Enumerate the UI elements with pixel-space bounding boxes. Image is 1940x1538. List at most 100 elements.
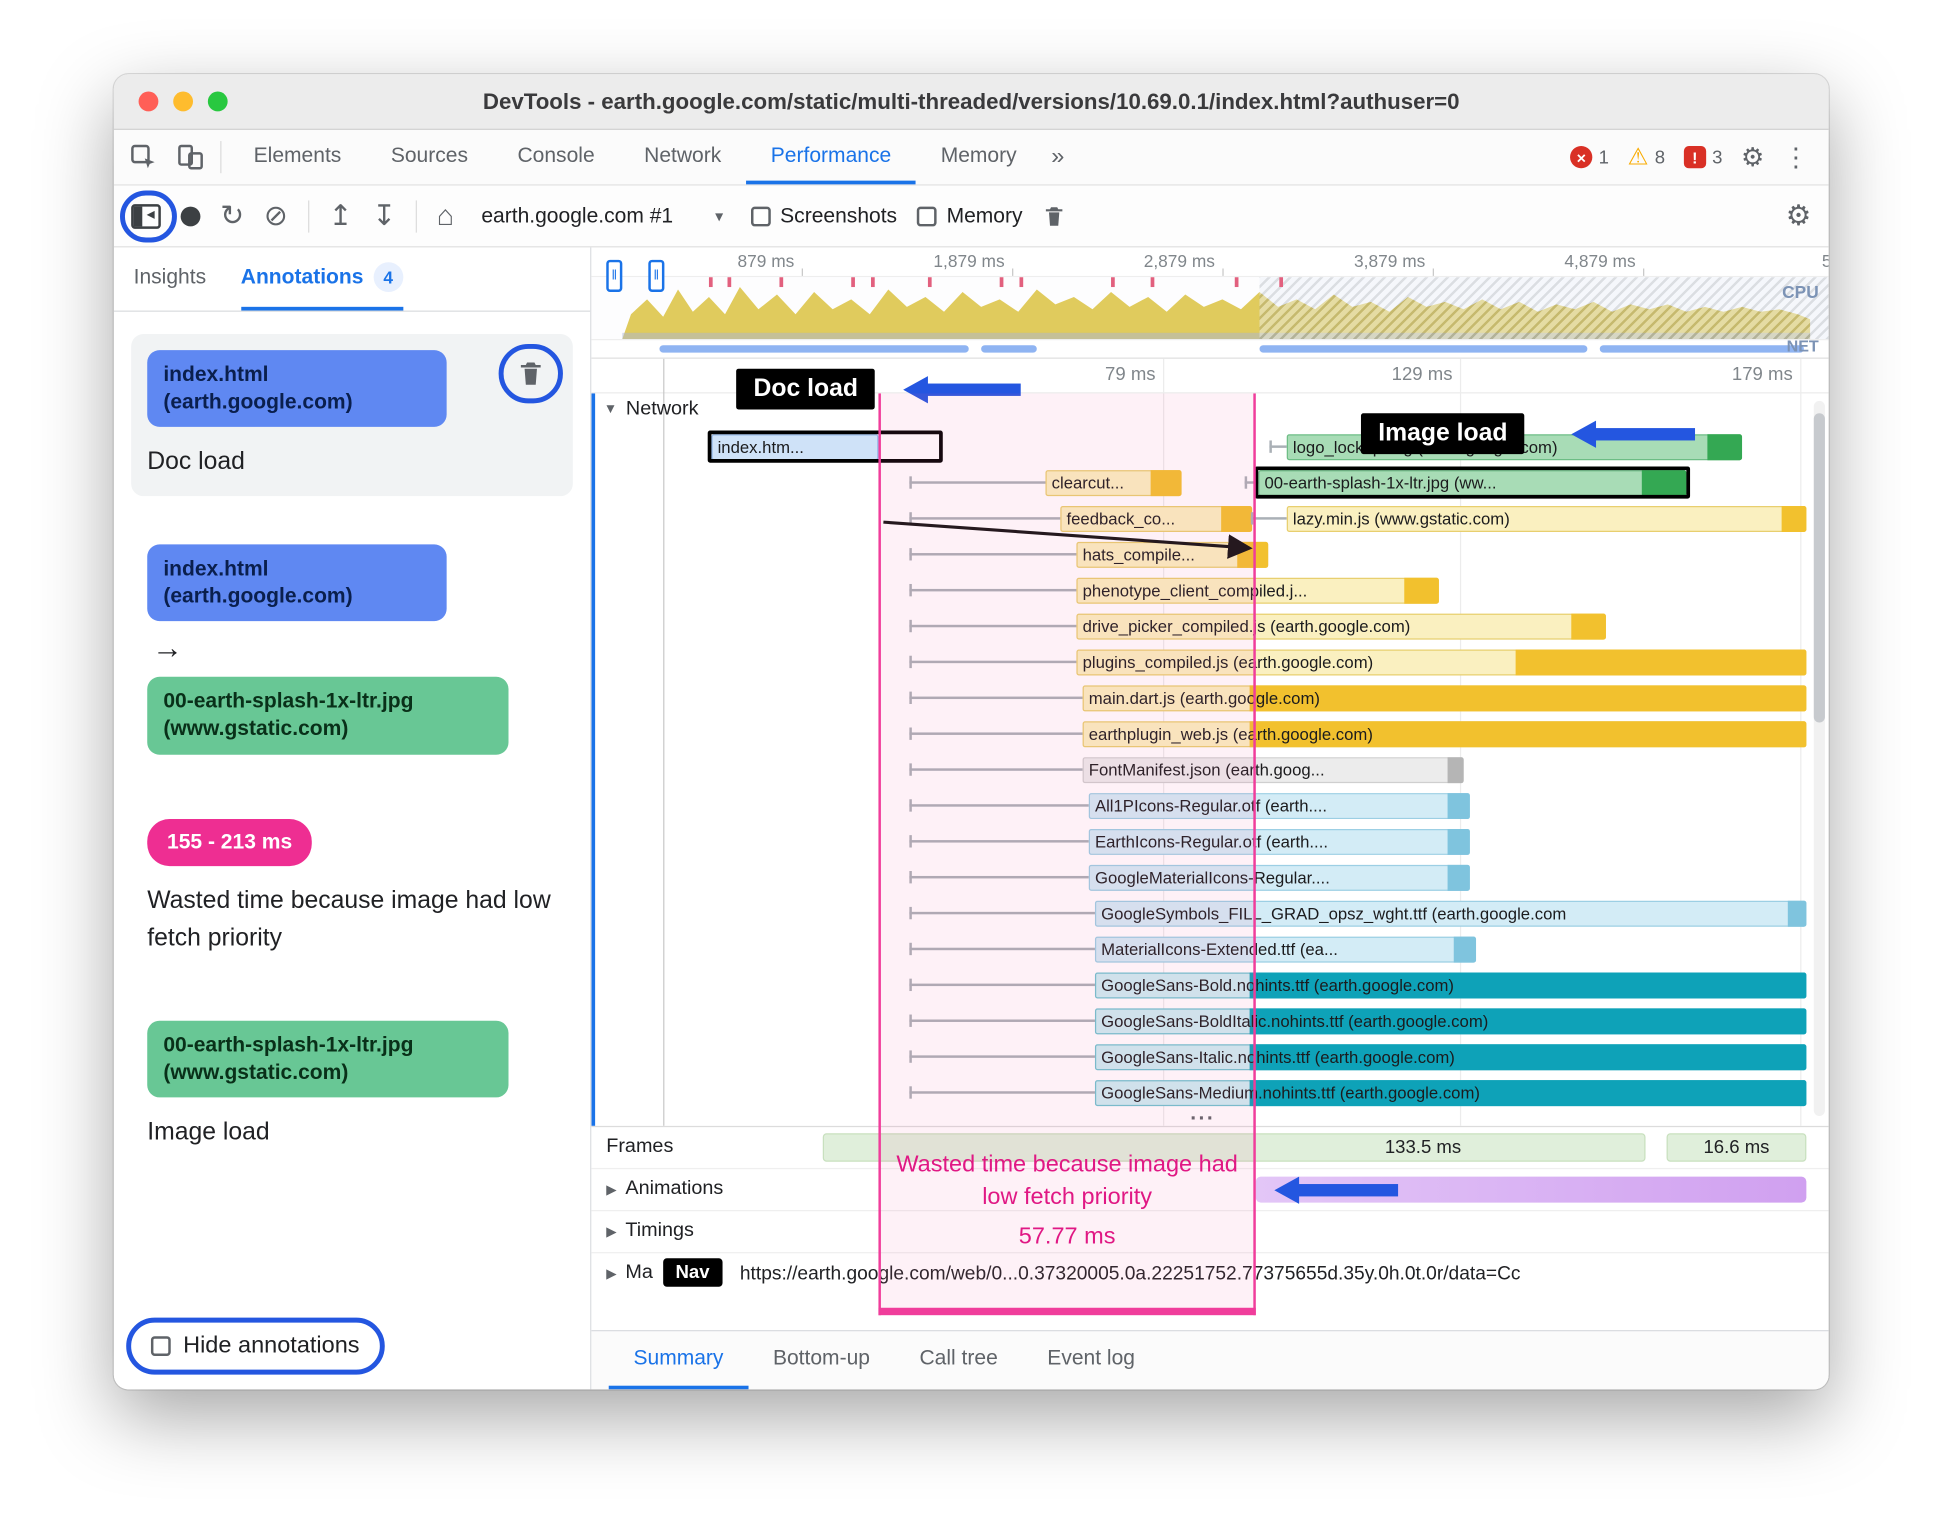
tab-console[interactable]: Console: [493, 130, 620, 184]
request-whisker: [909, 983, 1095, 987]
animations-label: Animations: [625, 1177, 724, 1199]
minimap-cpu-chart[interactable]: [591, 277, 1829, 340]
home-icon[interactable]: ⌂: [437, 201, 454, 230]
hide-annotations-toggle[interactable]: Hide annotations: [126, 1317, 385, 1375]
timeline-minimap[interactable]: 879 ms1,879 ms2,879 ms3,879 ms4,879 ms5,…: [591, 247, 1829, 359]
request-whisker: [909, 1055, 1095, 1058]
request-whisker: [909, 553, 1077, 556]
tab-elements[interactable]: Elements: [229, 130, 366, 184]
clear-recording-icon[interactable]: ⊘: [264, 201, 288, 230]
network-request-bar[interactable]: drive_picker_compiled.js (earth.google.c…: [1076, 613, 1606, 640]
detail-tab-summary[interactable]: Summary: [608, 1331, 749, 1390]
profile-select[interactable]: earth.google.com #1 ▾: [474, 204, 731, 229]
hide-annotations-checkbox[interactable]: [150, 1336, 171, 1357]
minimap-right-handle[interactable]: ‖: [648, 259, 665, 292]
reload-and-record-icon[interactable]: ↻: [220, 201, 244, 230]
more-requests-indicator[interactable]: ...: [1190, 1101, 1215, 1126]
frame-duration-chip[interactable]: 133.5 ms: [822, 1133, 1646, 1162]
frames-track[interactable]: Frames 133.5 ms 16.6 ms: [591, 1127, 1829, 1170]
zoom-button[interactable]: [207, 91, 228, 112]
tab-memory[interactable]: Memory: [916, 130, 1041, 184]
memory-checkbox[interactable]: [916, 206, 937, 226]
tab-sources[interactable]: Sources: [366, 130, 493, 184]
minimize-button[interactable]: [173, 91, 194, 112]
collect-garbage-icon[interactable]: [1042, 204, 1067, 229]
network-request-bar[interactable]: All1PIcons-Regular.otf (earth....: [1088, 793, 1470, 820]
timings-track[interactable]: ▶ Timings: [591, 1211, 1829, 1254]
network-request-bar[interactable]: main.dart.js (earth.google.com): [1082, 685, 1807, 712]
delete-annotation-button[interactable]: [516, 359, 546, 389]
divider: [307, 199, 309, 232]
frame-duration-chip[interactable]: 16.6 ms: [1666, 1133, 1807, 1162]
disclosure-triangle-icon[interactable]: ▶: [606, 1265, 616, 1281]
disclosure-triangle-icon[interactable]: ▶: [606, 1223, 616, 1239]
warning-badge[interactable]: ⚠ 8: [1628, 145, 1666, 169]
network-request-bar[interactable]: index.htm...: [707, 430, 943, 463]
network-request-bar[interactable]: FontManifest.json (earth.goog...: [1082, 757, 1464, 784]
network-request-bar[interactable]: GoogleSans-BoldItalic.nohints.ttf (earth…: [1094, 1008, 1807, 1035]
animations-track[interactable]: ▶ Animations: [591, 1169, 1829, 1212]
network-scrollbar-thumb[interactable]: [1813, 413, 1825, 723]
network-request-bar[interactable]: earthplugin_web.js (earth.google.com): [1082, 721, 1807, 748]
network-request-bar[interactable]: GoogleSans-Bold.nohints.ttf (earth.googl…: [1094, 972, 1807, 999]
network-request-bar[interactable]: plugins_compiled.js (earth.google.com): [1076, 649, 1807, 676]
annotation-pill[interactable]: index.html (earth.google.com): [147, 350, 447, 428]
annotation-pill[interactable]: 00-earth-splash-1x-ltr.jpg (www.gstatic.…: [147, 677, 509, 755]
close-button[interactable]: [138, 91, 159, 112]
network-request-bar[interactable]: EarthIcons-Regular.otf (earth....: [1088, 828, 1470, 855]
network-request-bar[interactable]: 00-earth-splash-1x-ltr.jpg (ww...: [1254, 466, 1691, 499]
network-request-bar[interactable]: GoogleSans-Italic.nohints.ttf (earth.goo…: [1094, 1044, 1807, 1071]
annotation-pill[interactable]: index.html (earth.google.com): [147, 544, 447, 622]
annotation-pill[interactable]: 00-earth-splash-1x-ltr.jpg (www.gstatic.…: [147, 1020, 509, 1098]
screenshots-checkbox[interactable]: [750, 206, 771, 226]
collapse-triangle-icon[interactable]: ▼: [604, 402, 617, 417]
tab-insights[interactable]: Insights: [134, 247, 206, 310]
more-tabs-icon[interactable]: »: [1041, 130, 1074, 184]
network-request-bar[interactable]: hats_compile...: [1076, 541, 1269, 568]
toggle-sidebar-icon[interactable]: [131, 203, 161, 229]
gear-icon[interactable]: ⚙: [1741, 144, 1764, 170]
memory-checkbox-row[interactable]: Memory: [916, 204, 1023, 229]
detail-tab-bottom-up[interactable]: Bottom-up: [748, 1331, 895, 1389]
network-request-bar[interactable]: phenotype_client_compiled.j...: [1076, 577, 1439, 604]
issues-icon: !: [1683, 145, 1706, 169]
minimap-time-label: 3,879 ms: [1354, 251, 1426, 271]
device-toolbar-icon[interactable]: [176, 142, 206, 172]
disclosure-triangle-icon[interactable]: ▶: [606, 1181, 616, 1197]
network-request-bar[interactable]: feedback_co...: [1060, 506, 1253, 533]
detail-tab-event-log[interactable]: Event log: [1023, 1331, 1160, 1389]
request-whisker: [909, 588, 1077, 592]
detail-tab-call-tree[interactable]: Call tree: [895, 1331, 1023, 1389]
network-waterfall: index.htm...logo_lockup.svg (earth.googl…: [591, 430, 1828, 1126]
annotation-pill[interactable]: 155 - 213 ms: [147, 818, 312, 866]
inspect-element-icon[interactable]: [129, 142, 159, 172]
insights-tab-label: Insights: [133, 264, 207, 289]
network-track-header[interactable]: ▼ Network: [604, 398, 699, 420]
screenshots-checkbox-row[interactable]: Screenshots: [750, 204, 897, 229]
issues-badge[interactable]: ! 3: [1683, 145, 1722, 169]
network-request-bar[interactable]: lazy.min.js (www.gstatic.com): [1286, 506, 1807, 533]
error-badge[interactable]: × 1: [1570, 145, 1609, 169]
network-activity-segment: [659, 345, 969, 353]
annotation-card[interactable]: index.html (earth.google.com) Doc load: [131, 334, 573, 497]
download-profile-icon[interactable]: ↧: [372, 201, 396, 230]
annotation-card[interactable]: 00-earth-splash-1x-ltr.jpg (www.gstatic.…: [131, 1004, 573, 1166]
upload-profile-icon[interactable]: ↥: [329, 201, 353, 230]
kebab-menu-icon[interactable]: ⋮: [1783, 144, 1809, 170]
annotation-card[interactable]: index.html (earth.google.com) → 00-earth-s…: [131, 529, 573, 771]
record-button[interactable]: [180, 206, 201, 226]
minimap-left-handle[interactable]: ‖: [606, 259, 623, 292]
details-tabbar: Summary Bottom-up Call tree Event log: [591, 1330, 1829, 1390]
annotation-card[interactable]: 155 - 213 ms Wasted time because image ha…: [131, 802, 573, 972]
network-request-bar[interactable]: GoogleMaterialIcons-Regular....: [1088, 864, 1470, 891]
capture-settings-gear-icon[interactable]: ⚙: [1786, 201, 1812, 230]
main-track[interactable]: ▶ Ma Nav https://earth.google.com/web/0.…: [591, 1253, 1828, 1295]
screenshot-mark: [1279, 277, 1284, 288]
tab-performance[interactable]: Performance: [746, 130, 916, 185]
tab-annotations[interactable]: Annotations 4: [240, 247, 404, 311]
network-request-bar[interactable]: GoogleSymbols_FILL_GRAD_opsz_wght.ttf (e…: [1094, 900, 1807, 927]
network-request-bar[interactable]: clearcut...: [1045, 470, 1182, 497]
network-request-bar[interactable]: MaterialIcons-Extended.ttf (ea...: [1094, 936, 1477, 963]
network-activity-segment: [1599, 345, 1804, 353]
tab-network[interactable]: Network: [619, 130, 746, 184]
